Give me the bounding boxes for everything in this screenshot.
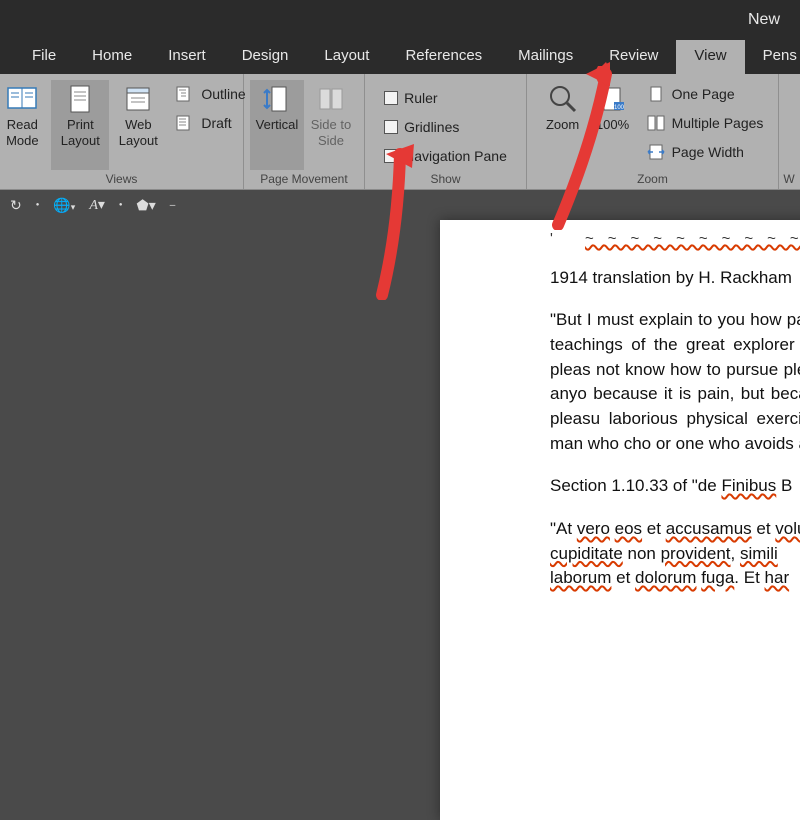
- tab-mailings[interactable]: Mailings: [500, 40, 591, 74]
- paragraph-1: "But I must explain to you how pain was …: [550, 308, 800, 456]
- page-width-label: Page Width: [672, 144, 744, 160]
- text-effects-icon[interactable]: A▾: [89, 196, 105, 214]
- window-partial: W: [783, 170, 794, 189]
- navigation-pane-label: Navigation Pane: [404, 148, 507, 164]
- show-group-label: Show: [430, 170, 460, 189]
- magnifier-icon: [546, 84, 580, 114]
- multiple-pages-button[interactable]: Multiple Pages: [642, 111, 768, 135]
- navigation-pane-checkbox[interactable]: Navigation Pane: [380, 144, 511, 168]
- ribbon-group-page-movement: Vertical Side to Side Page Movement: [244, 74, 365, 189]
- svg-text:100: 100: [614, 105, 625, 111]
- gridlines-checkbox[interactable]: Gridlines: [380, 115, 511, 139]
- side-to-side-label: Side to Side: [304, 117, 358, 148]
- draft-icon: [175, 114, 195, 132]
- tab-layout[interactable]: Layout: [306, 40, 387, 74]
- tab-file[interactable]: File: [14, 40, 74, 74]
- tab-review[interactable]: Review: [591, 40, 676, 74]
- multiple-pages-label: Multiple Pages: [672, 115, 764, 131]
- one-page-label: One Page: [672, 86, 735, 102]
- views-group-label: Views: [106, 170, 138, 189]
- web-layout-button[interactable]: Web Layout: [109, 80, 167, 170]
- redo-icon[interactable]: ↻: [10, 197, 22, 214]
- print-layout-button[interactable]: Print Layout: [51, 80, 109, 170]
- page-width-icon: [646, 143, 666, 161]
- hundred-percent-button[interactable]: 100 100%: [588, 80, 638, 170]
- tab-references[interactable]: References: [387, 40, 500, 74]
- vertical-button[interactable]: Vertical: [250, 80, 304, 170]
- print-layout-icon: [63, 84, 97, 114]
- top-special-line: ' ~~~~~~~~~~ ': [550, 228, 800, 250]
- heading-1914: 1914 translation by H. Rackham: [550, 266, 800, 291]
- outline-label: Outline: [201, 86, 245, 102]
- document-area[interactable]: ' ~~~~~~~~~~ ' 1914 translation by H. Ra…: [0, 220, 800, 708]
- side-to-side-button[interactable]: Side to Side: [304, 80, 358, 170]
- hundred-percent-label: 100%: [596, 117, 629, 133]
- tab-design[interactable]: Design: [224, 40, 307, 74]
- one-page-icon: [646, 85, 666, 103]
- ribbon-group-zoom: Zoom 100 100% One Page: [527, 74, 779, 189]
- tab-view[interactable]: View: [676, 40, 744, 74]
- ribbon: Read Mode Print Layout Web Layout: [0, 74, 800, 190]
- multiple-pages-icon: [646, 114, 666, 132]
- title-bar: New: [0, 0, 800, 40]
- outline-icon: [175, 85, 195, 103]
- vertical-icon: [260, 84, 294, 114]
- paragraph-2: "At vero eos et accusamus et voluptatum …: [550, 517, 800, 591]
- heading-section: Section 1.10.33 of "de Finibus B: [550, 474, 800, 499]
- zoom-group-label: Zoom: [637, 170, 668, 189]
- draft-label: Draft: [201, 115, 231, 131]
- side-to-side-icon: [314, 84, 348, 114]
- ruler-label: Ruler: [404, 90, 437, 106]
- bullet-icon[interactable]: ●: [36, 202, 40, 208]
- ribbon-group-views: Read Mode Print Layout Web Layout: [0, 74, 244, 189]
- checkbox-icon: [384, 91, 398, 105]
- page-movement-group-label: Page Movement: [260, 170, 347, 189]
- tab-home[interactable]: Home: [74, 40, 150, 74]
- hundred-percent-icon: 100: [596, 84, 630, 114]
- document-page: ' ~~~~~~~~~~ ' 1914 translation by H. Ra…: [440, 220, 800, 820]
- ruler-checkbox[interactable]: Ruler: [380, 86, 511, 110]
- outline-button[interactable]: Outline: [171, 82, 249, 106]
- vertical-label: Vertical: [256, 117, 299, 133]
- tab-insert[interactable]: Insert: [150, 40, 224, 74]
- dash-icon[interactable]: –: [170, 200, 176, 211]
- ribbon-tabstrip: File Home Insert Design Layout Reference…: [0, 40, 800, 74]
- web-layout-icon: [121, 84, 155, 114]
- checkbox-icon: [384, 149, 398, 163]
- document-title: New: [748, 11, 780, 29]
- ribbon-group-window: W: [779, 74, 799, 189]
- tab-pens[interactable]: Pens: [745, 40, 800, 74]
- web-layout-label: Web Layout: [109, 117, 167, 148]
- shape-icon[interactable]: ⬟▾: [137, 197, 156, 214]
- read-mode-icon: [5, 84, 39, 114]
- page-width-button[interactable]: Page Width: [642, 140, 768, 164]
- draft-button[interactable]: Draft: [171, 111, 249, 135]
- read-mode-label: Read Mode: [0, 117, 51, 148]
- bullet-icon[interactable]: ●: [119, 202, 123, 208]
- print-layout-label: Print Layout: [51, 117, 109, 148]
- quick-access-bar: ↻ ● 🌐▾ A▾ ● ⬟▾ –: [0, 190, 800, 220]
- one-page-button[interactable]: One Page: [642, 82, 768, 106]
- checkbox-icon: [384, 120, 398, 134]
- ribbon-group-show: Ruler Gridlines Navigation Pane Show: [365, 74, 527, 189]
- read-mode-button[interactable]: Read Mode: [0, 80, 51, 170]
- zoom-button[interactable]: Zoom: [538, 80, 588, 170]
- gridlines-label: Gridlines: [404, 119, 459, 135]
- globe-icon[interactable]: 🌐▾: [53, 197, 75, 214]
- zoom-label: Zoom: [546, 117, 579, 133]
